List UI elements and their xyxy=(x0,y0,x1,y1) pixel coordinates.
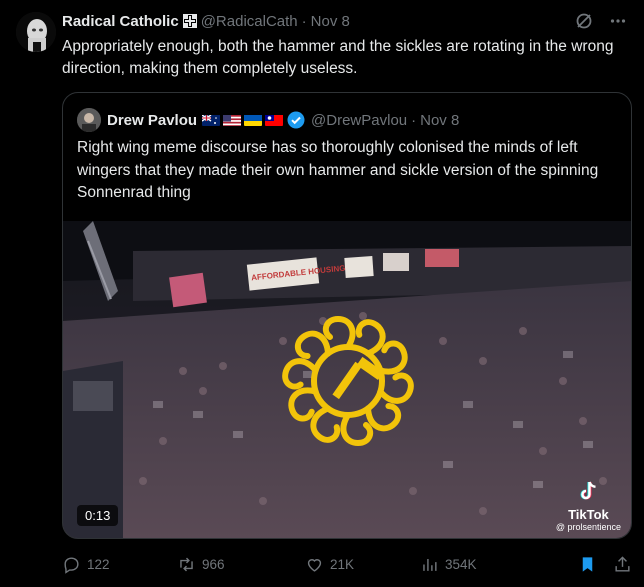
repost-icon xyxy=(180,557,193,571)
tweet-article[interactable]: Radical Catholic @RadicalCath · Nov 8 Ap… xyxy=(0,0,644,587)
share-button[interactable] xyxy=(613,555,632,574)
tweet-date[interactable]: Nov 8 xyxy=(311,13,350,30)
quote-author-handle[interactable]: @DrewPavlou xyxy=(311,112,407,129)
tiktok-username: @ prolsentience xyxy=(555,522,621,532)
tiktok-watermark: TikTok @ prolsentience xyxy=(556,480,621,532)
views-button[interactable]: 354K xyxy=(420,555,550,574)
repost-button[interactable]: 966 xyxy=(177,555,305,574)
grok-icon[interactable] xyxy=(574,11,594,31)
quoted-tweet[interactable]: Drew Pavlou @DrewPavlou · Nov 8 Right wi… xyxy=(62,92,632,539)
verified-badge-icon xyxy=(287,111,305,129)
cross-icon xyxy=(182,14,197,28)
usa-flag-icon xyxy=(223,114,242,126)
video-frame: AFFORDABLE HOUSING xyxy=(63,221,631,538)
tweet-text: Appropriately enough, both the hammer an… xyxy=(62,38,614,77)
like-button[interactable]: 21K xyxy=(305,555,420,574)
action-bar: 122 966 21K 354K xyxy=(62,552,632,576)
video-timestamp: 0:13 xyxy=(77,505,119,526)
australia-flag-icon xyxy=(202,114,221,126)
heart-icon xyxy=(307,558,322,572)
quote-author-avatar[interactable] xyxy=(77,108,101,132)
quote-author-name[interactable]: Drew Pavlou xyxy=(107,112,197,129)
quote-date[interactable]: Nov 8 xyxy=(420,112,459,129)
quote-header: Drew Pavlou @DrewPavlou · Nov 8 xyxy=(77,108,617,132)
reply-icon xyxy=(64,556,79,574)
views-count: 354K xyxy=(445,556,477,572)
tiktok-icon xyxy=(556,480,621,507)
more-options-icon[interactable] xyxy=(608,11,628,31)
reply-button[interactable]: 122 xyxy=(62,555,177,574)
quote-text: Right wing meme discourse has so thoroug… xyxy=(77,139,599,201)
tweet-header: Radical Catholic @RadicalCath · Nov 8 xyxy=(62,11,628,31)
like-count: 21K xyxy=(330,556,355,572)
video-player[interactable]: AFFORDABLE HOUSING 0:13 TikTok @ prolsen… xyxy=(63,221,631,538)
share-icon xyxy=(615,555,630,572)
author-avatar[interactable] xyxy=(16,12,56,52)
ukraine-flag-icon xyxy=(244,114,263,126)
taiwan-flag-icon xyxy=(265,114,284,126)
tiktok-label: TikTok xyxy=(568,507,609,522)
separator-dot: · xyxy=(411,111,417,129)
author-name[interactable]: Radical Catholic xyxy=(62,13,179,30)
reply-count: 122 xyxy=(87,556,110,572)
separator-dot: · xyxy=(301,12,307,30)
bookmark-icon xyxy=(582,556,593,572)
repost-count: 966 xyxy=(202,556,225,572)
bookmark-button[interactable] xyxy=(578,555,597,574)
views-icon xyxy=(423,558,437,571)
author-handle[interactable]: @RadicalCath xyxy=(201,13,298,30)
